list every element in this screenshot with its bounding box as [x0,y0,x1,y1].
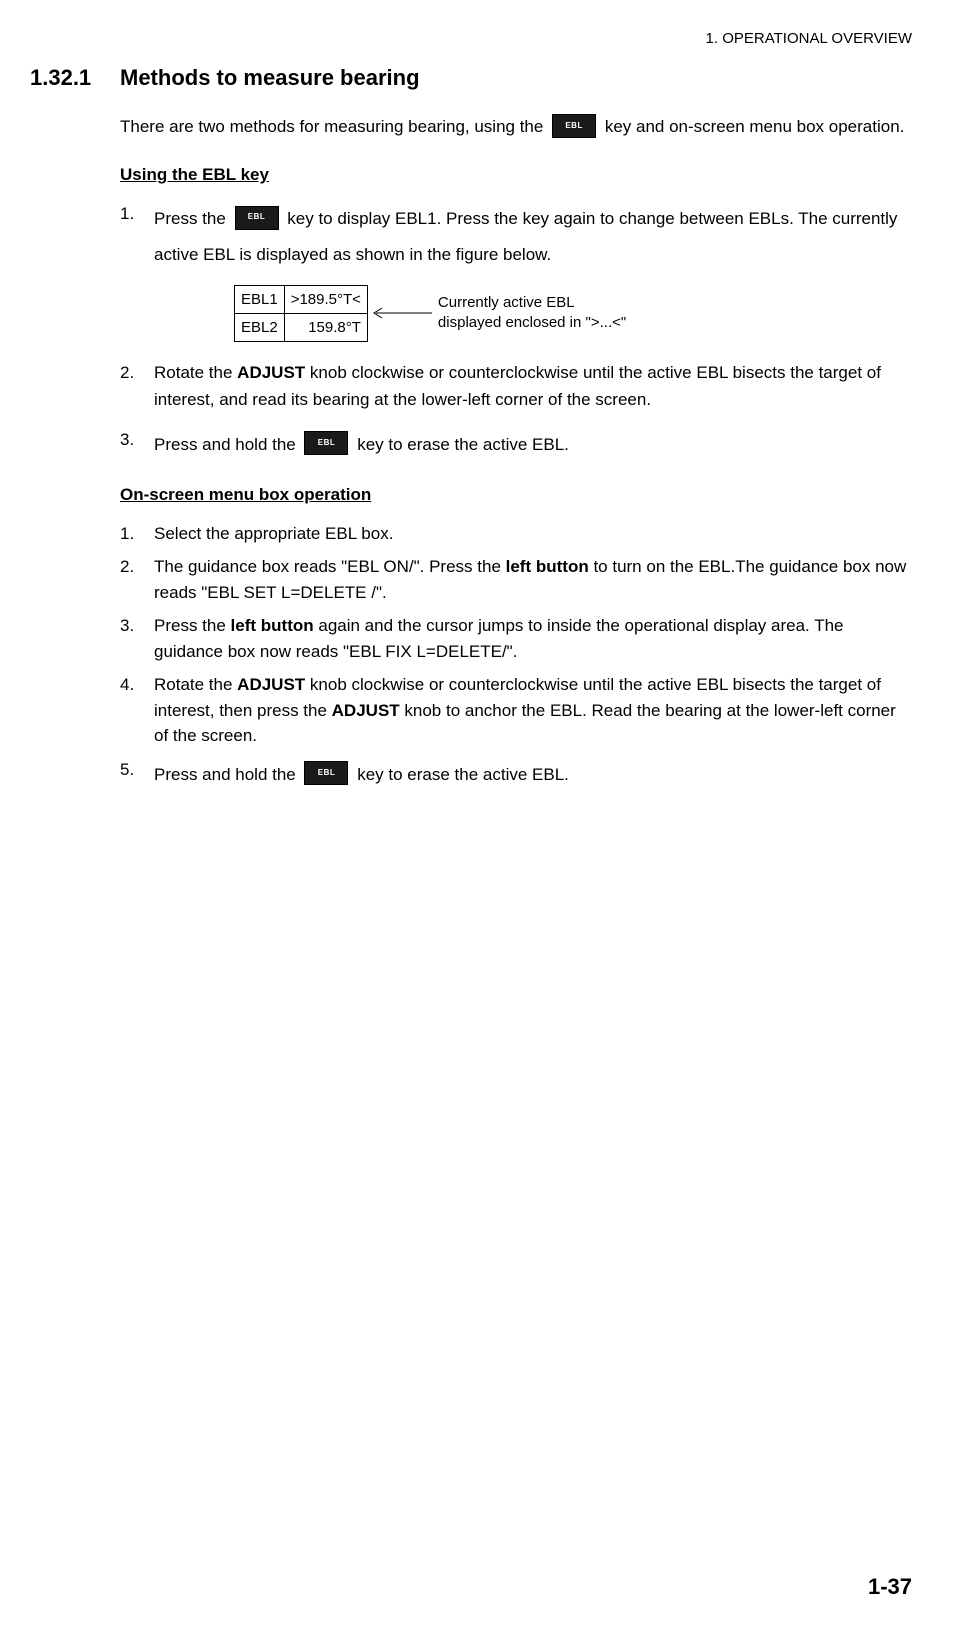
ebl1-label: EBL1 [235,285,285,313]
figure-callout: Currently active EBL displayed enclosed … [438,293,626,334]
stepA2-pre: Rotate the [154,363,237,382]
page-number: 1-37 [868,1574,912,1600]
ebl-key-icon: EBL [304,431,348,455]
ebl2-value: 159.8°T [284,313,367,341]
stepB3-pre: Press the [154,616,231,635]
stepB3: Press the left button again and the curs… [120,613,912,664]
chapter-header: 1. OPERATIONAL OVERVIEW [30,30,912,47]
ebl1-value: >189.5°T< [284,285,367,313]
section-number: 1.32.1 [30,65,120,91]
ebl-figure: EBL1 >189.5°T< EBL2 159.8°T Currently [234,285,912,343]
stepB2: The guidance box reads "EBL ON/". Press … [120,554,912,605]
stepB4: Rotate the ADJUST knob clockwise or coun… [120,672,912,749]
stepB4-pre: Rotate the [154,675,237,694]
stepB2-pre: The guidance box reads "EBL ON/". Press … [154,557,506,576]
intro-before: There are two methods for measuring bear… [120,117,548,136]
intro-paragraph: There are two methods for measuring bear… [120,111,912,143]
stepB5: Press and hold the EBL key to erase the … [120,757,912,793]
ebl2-label: EBL2 [235,313,285,341]
ebl-key-icon: EBL [552,114,596,138]
ebl-key-icon: EBL [304,761,348,785]
stepA3-before: Press and hold the [154,435,300,454]
stepA1-before: Press the [154,209,231,228]
stepA3: Press and hold the EBL key to erase the … [120,427,912,463]
section-title: Methods to measure bearing [120,65,420,91]
steps-using-ebl-key: Press the EBL key to display EBL1. Press… [120,201,912,462]
stepB5-after: key to erase the active EBL. [357,765,569,784]
stepB2-bold: left button [506,557,589,576]
stepA3-after: key to erase the active EBL. [357,435,569,454]
stepB5-before: Press and hold the [154,765,300,784]
steps-onscreen-menu: Select the appropriate EBL box. The guid… [120,521,912,793]
callout-line2: displayed enclosed in ">...<" [438,314,626,331]
ebl-key-icon: EBL [235,206,279,230]
stepB3-bold: left button [231,616,314,635]
stepA1: Press the EBL key to display EBL1. Press… [120,201,912,342]
stepB4-bold2: ADJUST [332,701,400,720]
subheading-onscreen: On-screen menu box operation [120,485,912,505]
stepB4-bold1: ADJUST [237,675,305,694]
ebl-status-table: EBL1 >189.5°T< EBL2 159.8°T [234,285,368,343]
intro-after: key and on-screen menu box operation. [605,117,905,136]
stepA2: Rotate the ADJUST knob clockwise or coun… [120,360,912,413]
callout-line1: Currently active EBL [438,294,575,311]
section-heading-row: 1.32.1 Methods to measure bearing [30,65,912,91]
stepB1: Select the appropriate EBL box. [120,521,912,547]
stepA2-bold: ADJUST [237,363,305,382]
subheading-ebl-key: Using the EBL key [120,165,912,185]
arrow-left-icon [370,306,432,320]
